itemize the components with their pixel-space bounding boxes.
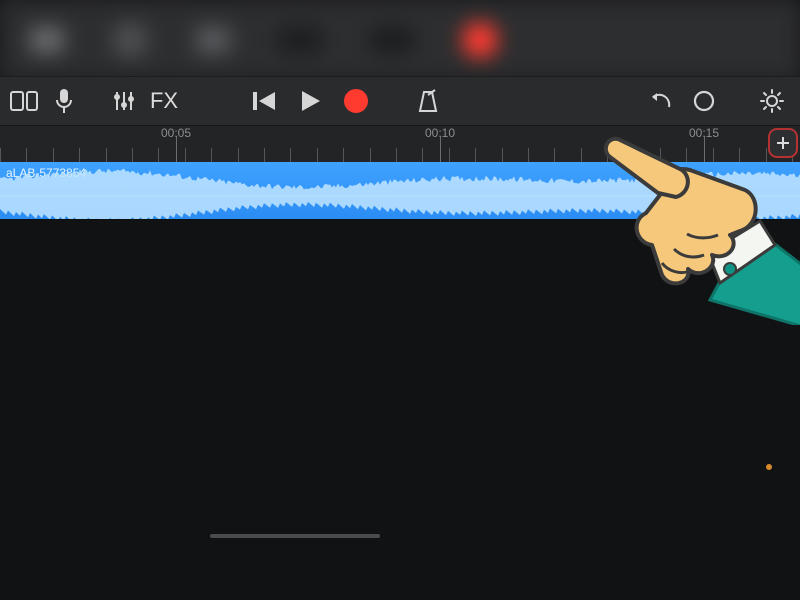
metronome-icon[interactable] [408, 76, 448, 126]
pointing-hand-illustration [600, 135, 800, 325]
play-button[interactable] [290, 76, 330, 126]
ruler-time-label: 00:10 [425, 126, 455, 140]
settings-gear-icon[interactable] [752, 76, 792, 126]
record-button[interactable] [336, 76, 376, 126]
multitrack-view-button[interactable] [4, 76, 44, 126]
transport-toolbar: FX [0, 76, 800, 126]
undo-button[interactable] [640, 76, 680, 126]
microphone-icon[interactable] [44, 76, 84, 126]
horizontal-scrollbar[interactable] [210, 534, 380, 538]
indicator-dot [766, 464, 772, 470]
rewind-button[interactable] [244, 76, 284, 126]
background-blur-header [0, 0, 800, 80]
loop-button[interactable] [684, 76, 724, 126]
fx-button[interactable]: FX [144, 76, 184, 126]
mixer-sliders-icon[interactable] [104, 76, 144, 126]
ruler-time-label: 00:05 [161, 126, 191, 140]
